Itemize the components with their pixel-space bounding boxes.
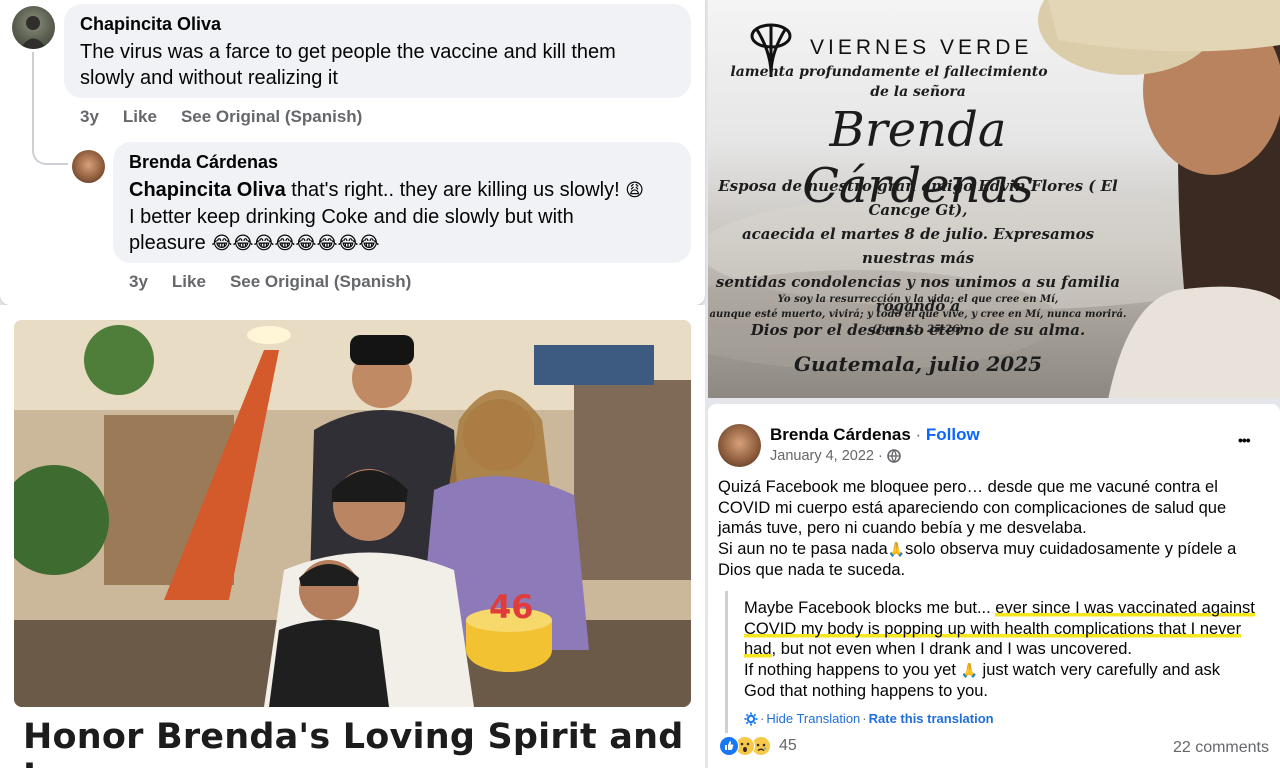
obituary-intro-line2: de la señora (870, 84, 966, 100)
translation-block: Maybe Facebook blocks me but... ever sin… (725, 591, 1270, 733)
post-line: Quizá Facebook me bloquee pero… desde qu… (718, 478, 1218, 496)
facebook-post: Brenda Cárdenas · Follow January 4, 2022… (708, 404, 1280, 768)
hide-translation-link[interactable]: Hide Translation (766, 711, 860, 726)
thread-connector (32, 52, 68, 165)
highlighted-text: had (744, 640, 772, 659)
avatar-figure-icon (20, 16, 47, 49)
comment-thread-panel: Chapincita Oliva The virus was a farce t… (0, 0, 705, 305)
see-original-link[interactable]: See Original (Spanish) (181, 107, 362, 127)
comment-actions-2: 3y Like See Original (Spanish) (129, 272, 411, 292)
mention-link[interactable]: Chapincita Oliva (129, 179, 286, 201)
comment-text-part: that's right.. they are killing us slowl… (285, 179, 626, 201)
obituary-place-date: Guatemala, julio 2025 (793, 352, 1043, 376)
comment-text: The virus was a farce to get people the … (80, 41, 616, 89)
post-body-spanish: Quizá Facebook me bloquee pero… desde qu… (718, 477, 1270, 581)
avatar-chapincita[interactable] (12, 6, 55, 49)
family-photo: 46 (14, 320, 691, 707)
weary-emoji: 😩 (625, 180, 644, 201)
translation-part: God that nothing happens to you. (744, 682, 989, 701)
obituary-verse-line: Yo soy la resurrección y la vida; el que… (777, 294, 1059, 305)
comment-text-part: I better keep drinking Coke and die slow… (129, 206, 574, 228)
follow-button[interactable]: Follow (926, 425, 980, 444)
obituary-verse: Yo soy la resurrección y la vida; el que… (708, 292, 1128, 337)
translation-controls: · Hide Translation · Rate this translati… (744, 711, 994, 726)
praying-hands-emoji: 🙏 (887, 541, 906, 558)
obituary-card: VIERNES VERDE lamenta profundamente el f… (708, 0, 1280, 398)
fundraiser-section: 46 Honor Brenda's Loving Spirit and Lega… (0, 305, 705, 768)
laughing-emoji: 😂😂😂😂😂😂😂😂 (211, 233, 380, 254)
post-author-avatar[interactable] (718, 424, 761, 467)
comment-bubble-1: Chapincita Oliva The virus was a farce t… (64, 4, 691, 98)
post-line: Si aun no te pasa nada (718, 539, 888, 558)
more-options-icon[interactable]: ••• (1238, 432, 1251, 448)
like-button[interactable]: Like (123, 107, 157, 127)
gear-icon (744, 712, 758, 725)
obituary-body-line: acaecida el martes 8 de julio. Expresamo… (741, 225, 1095, 267)
fundraiser-title[interactable]: Honor Brenda's Loving Spirit and Legacy (23, 717, 705, 768)
comment-author[interactable]: Chapincita Oliva (80, 14, 675, 35)
post-meta: January 4, 2022 · (770, 448, 901, 464)
highlighted-text: COVID my body is popping up with health … (744, 619, 1242, 638)
praying-hands-emoji: 🙏 (960, 662, 978, 679)
family-photo-illustration (14, 320, 691, 707)
post-author-name[interactable]: Brenda Cárdenas (770, 425, 911, 444)
post-line: jamás tuve, pero ni cuando bebía y me de… (718, 519, 1087, 538)
translation-part: If nothing happens to you yet (744, 660, 961, 679)
avatar-brenda[interactable] (72, 150, 105, 183)
reaction-count[interactable]: 45 (779, 737, 797, 755)
post-line: solo observa muy cuidadosamente y pídele… (905, 539, 1237, 558)
post-header: Brenda Cárdenas · Follow (770, 425, 980, 445)
highlighted-text: ever since I was vaccinated against (995, 599, 1255, 617)
comment-text: Chapincita Oliva that's right.. they are… (129, 177, 675, 257)
obituary-verse-line: (Juan 11, 25-26) (872, 324, 964, 335)
comment-author[interactable]: Brenda Cárdenas (129, 152, 675, 173)
comment-actions-1: 3y Like See Original (Spanish) (80, 107, 362, 127)
obituary-body-line: Esposa de nuestro gran amigo Edvin Flore… (718, 177, 1118, 219)
comments-count[interactable]: 22 comments (1173, 739, 1269, 757)
separator-dot: · (862, 711, 867, 726)
like-button[interactable]: Like (172, 272, 206, 292)
cake-number-candles: 46 (489, 588, 534, 626)
org-name: VIERNES VERDE (810, 36, 1033, 59)
translation-part: Maybe Facebook blocks me but... (744, 599, 996, 617)
post-line: Dios que nada te suceda. (718, 561, 906, 580)
like-reaction-icon (719, 736, 739, 756)
rate-translation-link[interactable]: Rate this translation (869, 711, 994, 726)
obituary-intro-line1: lamenta profundamente el fallecimiento (730, 64, 1048, 80)
separator-dot: · (760, 711, 765, 726)
comment-bubble-2: Brenda Cárdenas Chapincita Oliva that's … (113, 142, 691, 263)
see-original-link[interactable]: See Original (Spanish) (230, 272, 411, 292)
comment-timestamp[interactable]: 3y (129, 272, 148, 292)
translation-part: just watch very carefully and ask (977, 660, 1221, 679)
comment-text-part: pleasure (129, 232, 212, 254)
comment-timestamp[interactable]: 3y (80, 107, 99, 127)
globe-icon (887, 449, 901, 463)
separator-dot: · (910, 425, 926, 444)
post-line: COVID mi cuerpo está apareciendo con com… (718, 498, 1227, 517)
translation-part: , but not even when I drank and I was un… (771, 640, 1133, 659)
post-date[interactable]: January 4, 2022 · (770, 448, 883, 464)
obituary-verse-line: aunque esté muerto, vivirá; y todo el qu… (709, 309, 1127, 320)
translated-text: Maybe Facebook blocks me but... ever sin… (744, 598, 1274, 702)
reactions-summary[interactable]: 45 (719, 736, 797, 756)
